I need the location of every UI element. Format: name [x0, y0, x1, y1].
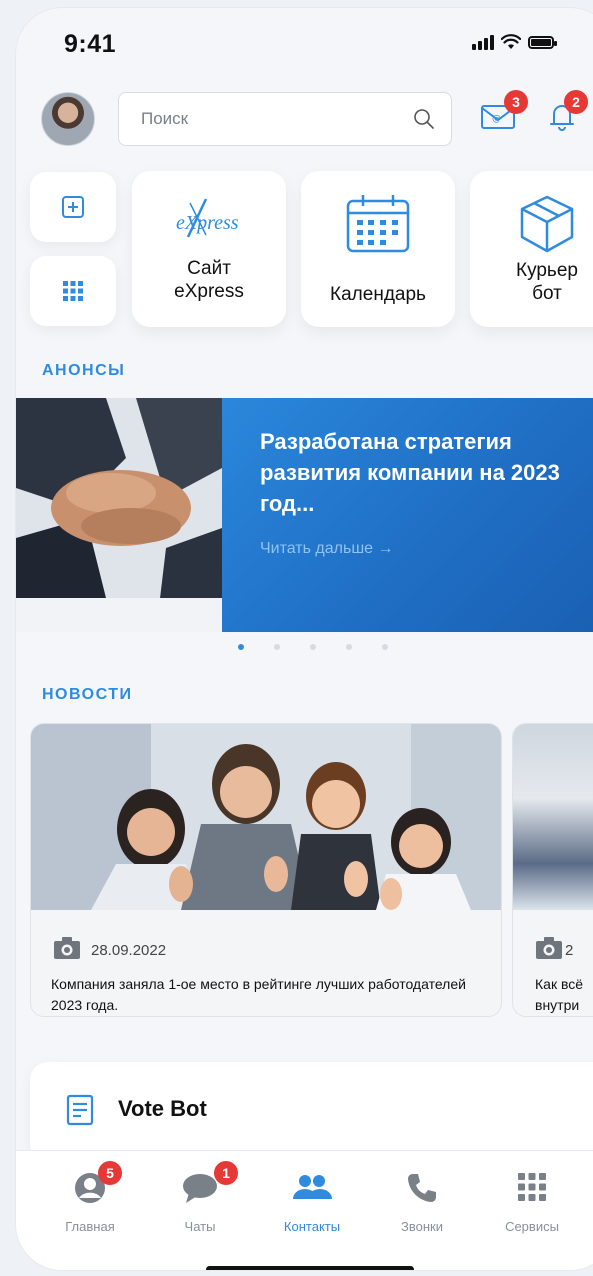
- mail-button[interactable]: @ 3: [476, 90, 528, 136]
- status-icons: [472, 34, 557, 50]
- tab-contacts[interactable]: Контакты: [262, 1167, 362, 1237]
- bell-badge: 2: [564, 90, 588, 114]
- status-time: 9:41: [64, 30, 117, 58]
- document-list-icon: [66, 1094, 94, 1126]
- mail-badge: 3: [504, 90, 528, 114]
- search-input[interactable]: Поиск: [118, 92, 452, 146]
- quick-card-label: Календарь: [330, 284, 426, 305]
- add-button[interactable]: [30, 172, 116, 242]
- chat-icon: [183, 1174, 217, 1203]
- news-text-line: Как всё: [535, 976, 584, 992]
- battery-icon: [528, 35, 557, 49]
- announcement-banner[interactable]: Разработана стратегия развития компании …: [16, 398, 593, 632]
- wifi-icon: [501, 34, 521, 49]
- tab-label: Главная: [65, 1219, 115, 1234]
- tab-home[interactable]: 5 Главная: [40, 1161, 140, 1237]
- announcements-title: АНОНСЫ: [42, 362, 126, 379]
- news-date: 2: [565, 942, 574, 959]
- carousel-dot[interactable]: [238, 644, 244, 650]
- camera-icon: [54, 937, 80, 959]
- search-icon: [414, 109, 434, 129]
- news-text: Как всё внутри: [535, 974, 593, 1016]
- carousel-dot[interactable]: [310, 644, 316, 650]
- home-indicator: [206, 1266, 414, 1270]
- news-card[interactable]: 2 Как всё внутри: [512, 723, 593, 1017]
- calendar-icon: [346, 195, 410, 253]
- carousel-dot[interactable]: [346, 644, 352, 650]
- tab-label: Контакты: [283, 1219, 341, 1234]
- tab-calls[interactable]: Звонки: [372, 1167, 472, 1237]
- notifications-button[interactable]: 2: [542, 90, 588, 136]
- carousel-dot[interactable]: [382, 644, 388, 650]
- express-logo-icon: eXpress: [176, 198, 239, 238]
- tab-badge: 5: [98, 1161, 122, 1185]
- team-photo: [31, 724, 501, 910]
- avatar[interactable]: [41, 92, 95, 146]
- news-image: [31, 724, 501, 910]
- banner-content: Разработана стратегия развития компании …: [222, 398, 593, 632]
- news-title: НОВОСТИ: [42, 686, 133, 703]
- svg-text:eXpress: eXpress: [176, 212, 239, 234]
- hands-photo: [16, 398, 222, 632]
- quick-card-label: eXpress: [174, 281, 244, 302]
- quick-actions: eXpress Сайт eXpress Календарь Курьер бо…: [16, 168, 593, 348]
- apps-grid-icon: [63, 281, 83, 301]
- carousel-dots: [16, 644, 593, 654]
- quick-card-courier[interactable]: Курьер бот: [470, 171, 593, 327]
- plus-square-icon: [62, 196, 84, 218]
- tab-label: Сервисы: [505, 1219, 559, 1234]
- phone-screen: 9:41 Поиск @ 3 2 eXpress Сайт eXpress Ка…: [16, 8, 593, 1270]
- news-image: [513, 724, 593, 910]
- camera-icon: [536, 937, 562, 959]
- quick-card-calendar[interactable]: Календарь: [301, 171, 455, 327]
- quick-card-label: Курьер: [516, 260, 578, 281]
- box-icon: [520, 195, 574, 253]
- phone-icon: [408, 1174, 436, 1202]
- tab-badge: 1: [214, 1161, 238, 1185]
- vote-bot-card[interactable]: Vote Bot: [30, 1062, 593, 1162]
- quick-card-label: Сайт: [187, 258, 231, 279]
- search-placeholder: Поиск: [141, 109, 189, 128]
- tab-services[interactable]: Сервисы: [482, 1167, 582, 1237]
- app-header: Поиск @ 3 2: [16, 80, 593, 158]
- signal-icon: [472, 34, 494, 50]
- tab-chats[interactable]: 1 Чаты: [150, 1161, 250, 1237]
- tab-label: Звонки: [401, 1219, 443, 1234]
- grid-icon: [518, 1173, 546, 1201]
- quick-card-label: бот: [532, 283, 562, 304]
- news-card[interactable]: 28.09.2022 Компания заняла 1-ое место в …: [30, 723, 502, 1017]
- news-text-line: внутри: [535, 997, 580, 1013]
- svg-text:@: @: [492, 114, 501, 124]
- tab-label: Чаты: [184, 1219, 216, 1234]
- read-more-link[interactable]: Читать дальше →: [260, 540, 394, 558]
- status-bar: 9:41: [16, 8, 593, 80]
- vote-bot-label: Vote Bot: [118, 1096, 207, 1121]
- news-date: 28.09.2022: [91, 942, 167, 959]
- carousel-dot[interactable]: [274, 644, 280, 650]
- apps-button[interactable]: [30, 256, 116, 326]
- contacts-icon: [293, 1175, 332, 1199]
- banner-image: [16, 398, 222, 632]
- tab-bar: 5 Главная 1 Чаты Контакты Звонки Сервисы: [16, 1150, 593, 1270]
- quick-card-express[interactable]: eXpress Сайт eXpress: [132, 171, 286, 327]
- banner-title: Разработана стратегия развития компании …: [260, 429, 560, 516]
- news-text: Компания заняла 1-ое место в рейтинге лу…: [51, 976, 466, 1013]
